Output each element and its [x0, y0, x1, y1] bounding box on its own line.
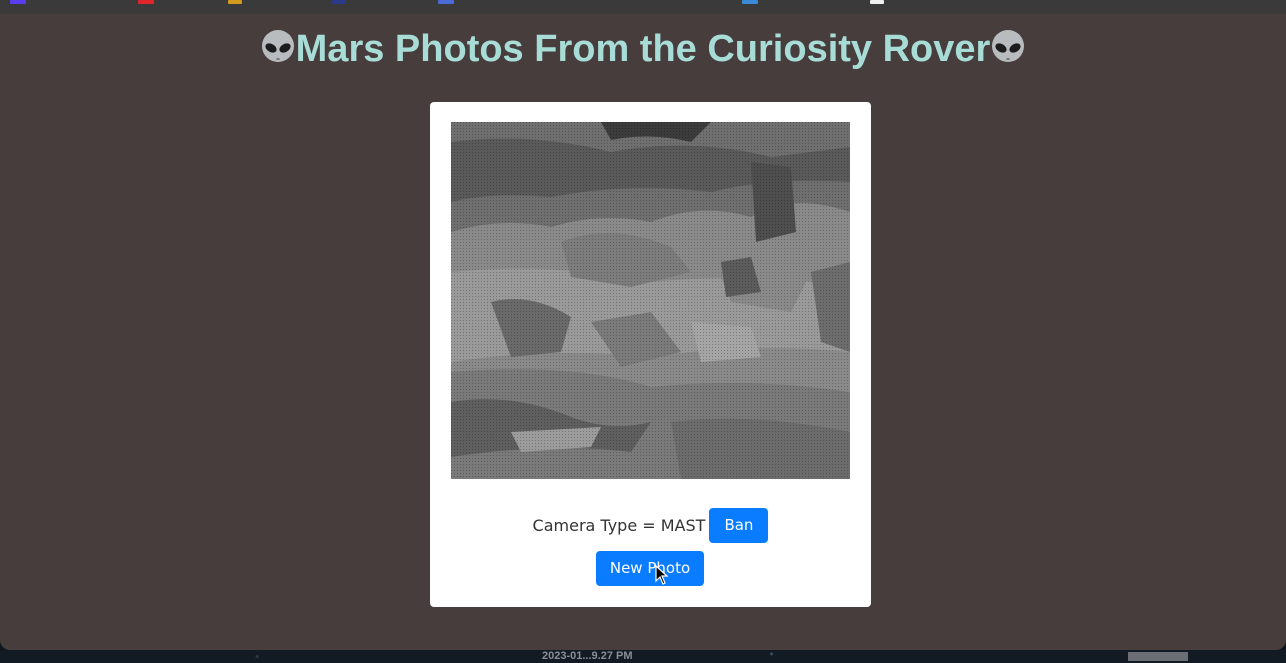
new-photo-button[interactable]: New Photo [596, 551, 704, 586]
mars-photo [451, 122, 850, 479]
bookmark-icon[interactable] [742, 0, 758, 4]
camera-row: Camera Type = MAST Ban [430, 508, 871, 544]
bookmark-icon[interactable] [870, 0, 884, 4]
camera-type-label: Camera Type = MAST [532, 516, 706, 535]
alien-icon [992, 30, 1025, 62]
bookmarks-bar [0, 0, 1286, 14]
desktop-thumbnail[interactable] [1128, 652, 1188, 661]
photo-card: Camera Type = MAST Ban New Photo [430, 102, 871, 607]
desktop-file-label[interactable]: 2023-01...9.27 PM [542, 650, 633, 663]
page-title-text: Mars Photos From the Curiosity Rover [295, 28, 991, 70]
bookmark-icon[interactable] [228, 0, 242, 4]
desktop-background [0, 650, 1286, 663]
page-title: Mars Photos From the Curiosity Rover [0, 24, 1286, 74]
bookmark-icon[interactable] [138, 0, 154, 4]
mouse-cursor-icon [655, 565, 669, 585]
browser-page: Mars Photos From the Curiosity Rover Cam… [0, 14, 1286, 650]
bookmark-icon[interactable] [438, 0, 454, 4]
bookmark-icon[interactable] [332, 0, 346, 4]
alien-icon [261, 30, 294, 62]
ban-button[interactable]: Ban [709, 508, 769, 543]
mars-photo-image [451, 122, 850, 479]
bookmark-icon[interactable] [10, 0, 26, 4]
